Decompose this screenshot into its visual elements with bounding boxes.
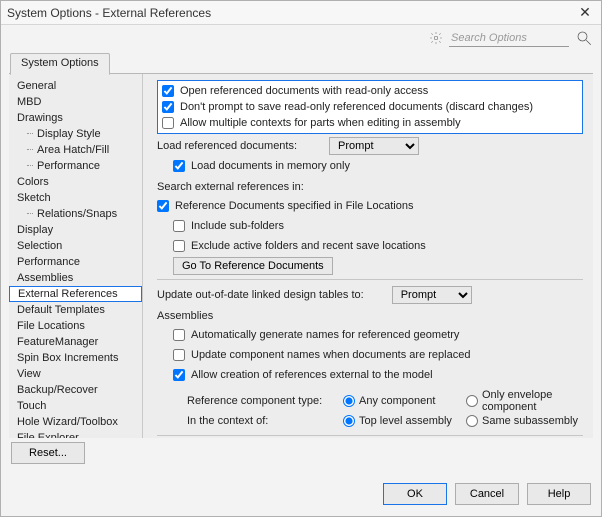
load-docs-row: Load referenced documents: Prompt bbox=[157, 138, 583, 154]
sidebar-item-selection[interactable]: Selection bbox=[9, 238, 142, 254]
chk-auto-names[interactable]: Automatically generate names for referen… bbox=[173, 327, 583, 343]
radio-same-sub[interactable]: Same subassembly bbox=[466, 415, 583, 427]
chk-file-locations-label: Reference Documents specified in File Lo… bbox=[175, 200, 413, 212]
sidebar-item-backup[interactable]: Backup/Recover bbox=[9, 382, 142, 398]
radio-envelope[interactable]: Only envelope component bbox=[466, 389, 583, 413]
chk-exclude-active[interactable]: Exclude active folders and recent save l… bbox=[173, 238, 583, 254]
bottom-bar: OK Cancel Help bbox=[1, 472, 601, 516]
radio-top-level-label: Top level assembly bbox=[359, 415, 452, 427]
sidebar-item-performance[interactable]: Performance bbox=[9, 254, 142, 270]
content-panel: Open referenced documents with read-only… bbox=[143, 74, 593, 438]
update-tables-select[interactable]: Prompt bbox=[392, 286, 472, 304]
chk-load-memory-label: Load documents in memory only bbox=[191, 160, 350, 172]
close-icon[interactable]: ✕ bbox=[575, 4, 595, 21]
window-title: System Options - External References bbox=[7, 6, 575, 20]
load-docs-select[interactable]: Prompt bbox=[329, 137, 419, 155]
highlighted-group: Open referenced documents with read-only… bbox=[157, 80, 583, 134]
sidebar-item-relations[interactable]: Relations/Snaps bbox=[9, 206, 142, 222]
sidebar-item-display[interactable]: Display bbox=[9, 222, 142, 238]
chk-file-locations[interactable]: Reference Documents specified in File Lo… bbox=[157, 198, 583, 214]
chk-multiple-contexts-label: Allow multiple contexts for parts when e… bbox=[180, 117, 461, 129]
chk-exclude-active-label: Exclude active folders and recent save l… bbox=[191, 240, 426, 252]
sidebar-item-mbd[interactable]: MBD bbox=[9, 94, 142, 110]
chk-update-names-label: Update component names when documents ar… bbox=[191, 349, 470, 361]
context-label: In the context of: bbox=[187, 415, 337, 427]
radio-any-component[interactable]: Any component bbox=[343, 395, 460, 407]
tab-system-options[interactable]: System Options bbox=[10, 53, 110, 75]
chk-dont-prompt-save-label: Don't prompt to save read-only reference… bbox=[180, 101, 533, 113]
sidebar-item-assemblies[interactable]: Assemblies bbox=[9, 270, 142, 286]
dialog-window: System Options - External References ✕ S… bbox=[0, 0, 602, 517]
reset-button[interactable]: Reset... bbox=[11, 442, 85, 464]
radio-envelope-label: Only envelope component bbox=[482, 389, 583, 413]
sidebar-item-drawings[interactable]: Drawings bbox=[9, 110, 142, 126]
divider-2 bbox=[157, 435, 583, 436]
main-area: General MBD Drawings Display Style Area … bbox=[9, 73, 593, 438]
sidebar-item-featuremanager[interactable]: FeatureManager bbox=[9, 334, 142, 350]
sidebar-item-hole-wizard[interactable]: Hole Wizard/Toolbox bbox=[9, 414, 142, 430]
chk-update-names[interactable]: Update component names when documents ar… bbox=[173, 347, 583, 363]
ok-button[interactable]: OK bbox=[383, 483, 447, 505]
sidebar-item-area-hatch[interactable]: Area Hatch/Fill bbox=[9, 142, 142, 158]
sidebar-item-general[interactable]: General bbox=[9, 78, 142, 94]
sidebar-item-external-references[interactable]: External References bbox=[9, 286, 142, 302]
sidebar-item-display-style[interactable]: Display Style bbox=[9, 126, 142, 142]
radio-block: Reference component type: Any component … bbox=[187, 389, 583, 427]
chk-readonly-access[interactable]: Open referenced documents with read-only… bbox=[162, 83, 578, 99]
sidebar-item-colors[interactable]: Colors bbox=[9, 174, 142, 190]
reset-area: Reset... bbox=[1, 438, 601, 472]
sidebar-item-touch[interactable]: Touch bbox=[9, 398, 142, 414]
chk-subfolders[interactable]: Include sub-folders bbox=[173, 218, 583, 234]
chk-readonly-access-label: Open referenced documents with read-only… bbox=[180, 85, 428, 97]
radio-top-level[interactable]: Top level assembly bbox=[343, 415, 460, 427]
update-tables-row: Update out-of-date linked design tables … bbox=[157, 287, 583, 303]
cancel-button[interactable]: Cancel bbox=[455, 483, 519, 505]
search-row bbox=[1, 25, 601, 51]
chk-auto-names-label: Automatically generate names for referen… bbox=[191, 329, 459, 341]
sidebar: General MBD Drawings Display Style Area … bbox=[9, 74, 143, 438]
help-button[interactable]: Help bbox=[527, 483, 591, 505]
divider bbox=[157, 279, 583, 280]
sidebar-item-file-explorer[interactable]: File Explorer bbox=[9, 430, 142, 438]
gear-icon[interactable] bbox=[429, 31, 443, 45]
chk-load-memory[interactable]: Load documents in memory only bbox=[173, 158, 583, 174]
tab-row: System Options bbox=[1, 51, 601, 73]
sidebar-item-performance-drw[interactable]: Performance bbox=[9, 158, 142, 174]
chk-allow-external[interactable]: Allow creation of references external to… bbox=[173, 367, 583, 383]
chk-allow-external-label: Allow creation of references external to… bbox=[191, 369, 433, 381]
radio-any-component-label: Any component bbox=[359, 395, 435, 407]
ref-comp-type-label: Reference component type: bbox=[187, 395, 337, 407]
grp-search-title: Search external references in: bbox=[157, 181, 583, 193]
sidebar-item-default-templates[interactable]: Default Templates bbox=[9, 302, 142, 318]
search-icon[interactable] bbox=[575, 29, 593, 47]
sidebar-item-file-locations[interactable]: File Locations bbox=[9, 318, 142, 334]
chk-subfolders-label: Include sub-folders bbox=[191, 220, 284, 232]
sidebar-item-spin-box[interactable]: Spin Box Increments bbox=[9, 350, 142, 366]
btn-goto-refdocs[interactable]: Go To Reference Documents bbox=[173, 257, 333, 275]
grp-assemblies-title: Assemblies bbox=[157, 310, 583, 322]
titlebar: System Options - External References ✕ bbox=[1, 1, 601, 25]
chk-multiple-contexts[interactable]: Allow multiple contexts for parts when e… bbox=[162, 115, 578, 131]
update-tables-label: Update out-of-date linked design tables … bbox=[157, 289, 364, 301]
sidebar-item-view[interactable]: View bbox=[9, 366, 142, 382]
load-docs-label: Load referenced documents: bbox=[157, 140, 297, 152]
sidebar-item-sketch[interactable]: Sketch bbox=[9, 190, 142, 206]
search-input[interactable] bbox=[449, 29, 569, 47]
radio-same-sub-label: Same subassembly bbox=[482, 415, 578, 427]
chk-dont-prompt-save[interactable]: Don't prompt to save read-only reference… bbox=[162, 99, 578, 115]
